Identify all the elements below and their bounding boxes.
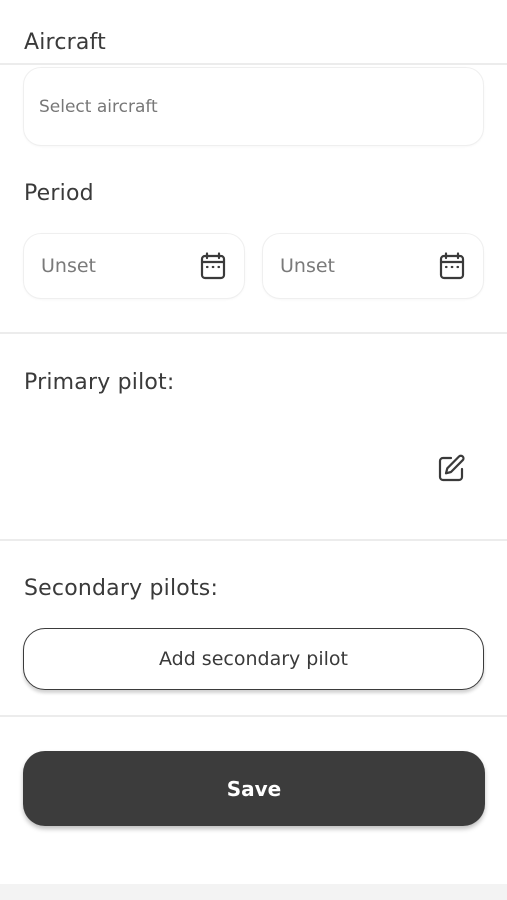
divider: [0, 63, 507, 65]
aircraft-label: Aircraft: [24, 30, 106, 55]
period-label: Period: [24, 181, 94, 206]
aircraft-select[interactable]: Select aircraft: [23, 67, 484, 146]
divider: [0, 332, 507, 334]
divider: [0, 539, 507, 541]
period-end-value: Unset: [280, 255, 335, 277]
edit-icon[interactable]: [438, 454, 466, 482]
bottom-bar: [0, 884, 507, 900]
period-end-field[interactable]: Unset: [262, 233, 484, 299]
add-secondary-pilot-button[interactable]: Add secondary pilot: [23, 628, 484, 690]
period-start-field[interactable]: Unset: [23, 233, 245, 299]
secondary-pilots-label: Secondary pilots:: [24, 576, 219, 601]
calendar-icon[interactable]: [439, 252, 465, 280]
save-button[interactable]: Save: [23, 751, 485, 826]
primary-pilot-label: Primary pilot:: [24, 370, 175, 395]
calendar-icon[interactable]: [200, 252, 226, 280]
period-start-value: Unset: [41, 255, 96, 277]
aircraft-select-placeholder: Select aircraft: [39, 96, 158, 117]
divider: [0, 715, 507, 717]
